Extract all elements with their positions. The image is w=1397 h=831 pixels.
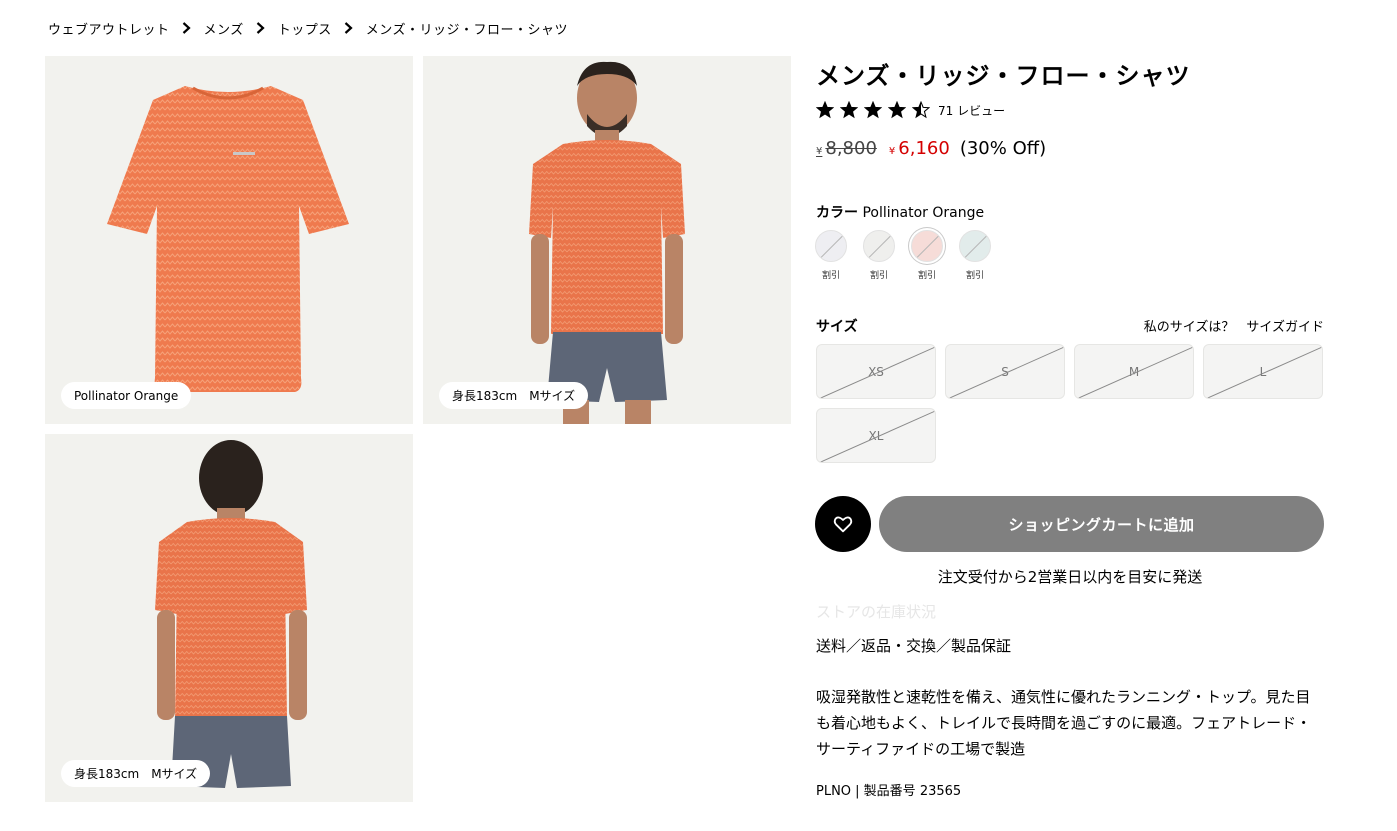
- color-swatch[interactable]: 割引: [959, 230, 991, 281]
- shipping-returns-link[interactable]: 送料／返品・交換／製品保証: [816, 635, 1011, 656]
- color-selection: カラー Pollinator Orange: [816, 202, 984, 222]
- swatch-chip: [815, 230, 847, 262]
- model-size-badge: 身長183cm Mサイズ: [61, 760, 211, 787]
- color-name-badge: Pollinator Orange: [61, 382, 192, 409]
- star-icon: [912, 101, 930, 119]
- model-front-image: [529, 61, 685, 424]
- discount-tag: 割引: [821, 271, 840, 281]
- original-price-value: 8,800: [825, 138, 877, 159]
- sale-price: ¥6,160: [889, 138, 950, 159]
- product-description: 吸湿発散性と速乾性を備え、通気性に優れたランニング・トップ。見た目も着心地もよく…: [816, 688, 1312, 758]
- chevron-right-icon: [170, 18, 204, 38]
- size-option-s[interactable]: S: [945, 344, 1065, 399]
- color-label: カラー: [816, 205, 858, 221]
- price: ¥8,800 ¥6,160 (30% Off): [816, 138, 1046, 166]
- color-swatch[interactable]: 割引: [863, 230, 895, 281]
- discount-tag: 割引: [869, 271, 888, 281]
- size-option-xs[interactable]: XS: [816, 344, 936, 399]
- size-option-l[interactable]: L: [1203, 344, 1323, 399]
- size-option-xl[interactable]: XL: [816, 408, 936, 463]
- breadcrumb-item-outlet[interactable]: ウェブアウトレット: [48, 19, 170, 38]
- product-image-model-back[interactable]: 身長183cm Mサイズ: [45, 434, 413, 802]
- heart-icon: [833, 516, 853, 533]
- yen-symbol: ¥: [816, 146, 823, 157]
- model-size-badge: 身長183cm Mサイズ: [439, 382, 589, 409]
- rating[interactable]: 71 レビュー: [816, 100, 1005, 120]
- product-image-model-front[interactable]: 身長183cm Mサイズ: [423, 56, 791, 424]
- wishlist-button[interactable]: [815, 496, 871, 552]
- breadcrumb: ウェブアウトレット メンズ トップス メンズ・リッジ・フロー・シャツ: [48, 18, 568, 38]
- breadcrumb-item-tops[interactable]: トップス: [278, 19, 332, 38]
- store-availability-link[interactable]: ストアの在庫状況: [816, 601, 936, 622]
- breadcrumb-item-current: メンズ・リッジ・フロー・シャツ: [365, 22, 569, 38]
- color-swatch[interactable]: 割引: [815, 230, 847, 281]
- product-sku: PLNO | 製品番号 23565: [816, 784, 962, 799]
- size-options: XS S M L XL: [816, 344, 1324, 463]
- swatch-chip: [911, 230, 943, 262]
- shipping-note: 注文受付から2営業日以内を目安に発送: [937, 568, 1203, 586]
- sale-price-value: 6,160: [898, 138, 950, 159]
- my-size-link[interactable]: 私のサイズは？: [1144, 316, 1235, 336]
- model-back-image: [155, 440, 307, 788]
- rating-stars: [816, 101, 930, 119]
- discount-tag: 割引: [917, 271, 936, 281]
- size-label: サイズ: [816, 319, 858, 335]
- discount-tag: 割引: [965, 271, 984, 281]
- breadcrumb-item-mens[interactable]: メンズ: [204, 19, 244, 38]
- swatch-chip: [959, 230, 991, 262]
- original-price: ¥8,800: [816, 138, 877, 159]
- star-icon: [816, 101, 834, 119]
- star-icon: [888, 101, 906, 119]
- color-swatches: 割引 割引 割引 割引: [815, 230, 991, 281]
- discount-badge: (30% Off): [959, 138, 1047, 159]
- product-image-front[interactable]: Pollinator Orange: [45, 56, 413, 424]
- size-header: サイズ 私のサイズは？ サイズガイド: [816, 316, 1324, 336]
- star-icon: [840, 101, 858, 119]
- color-value: Pollinator Orange: [862, 205, 985, 221]
- shirt-flat-image: [107, 86, 349, 392]
- size-guide-link[interactable]: サイズガイド: [1246, 316, 1324, 336]
- size-option-m[interactable]: M: [1074, 344, 1194, 399]
- chevron-right-icon: [244, 18, 278, 38]
- chevron-right-icon: [332, 18, 366, 38]
- size-links: 私のサイズは？ サイズガイド: [1144, 316, 1324, 336]
- product-title: メンズ・リッジ・フロー・シャツ: [816, 62, 1191, 90]
- add-to-cart-button[interactable]: ショッピングカートに追加: [879, 496, 1324, 552]
- color-swatch[interactable]: 割引: [911, 230, 943, 281]
- swatch-chip: [863, 230, 895, 262]
- yen-symbol: ¥: [888, 146, 896, 157]
- star-icon: [864, 101, 882, 119]
- review-count-link[interactable]: 71 レビュー: [938, 102, 1005, 119]
